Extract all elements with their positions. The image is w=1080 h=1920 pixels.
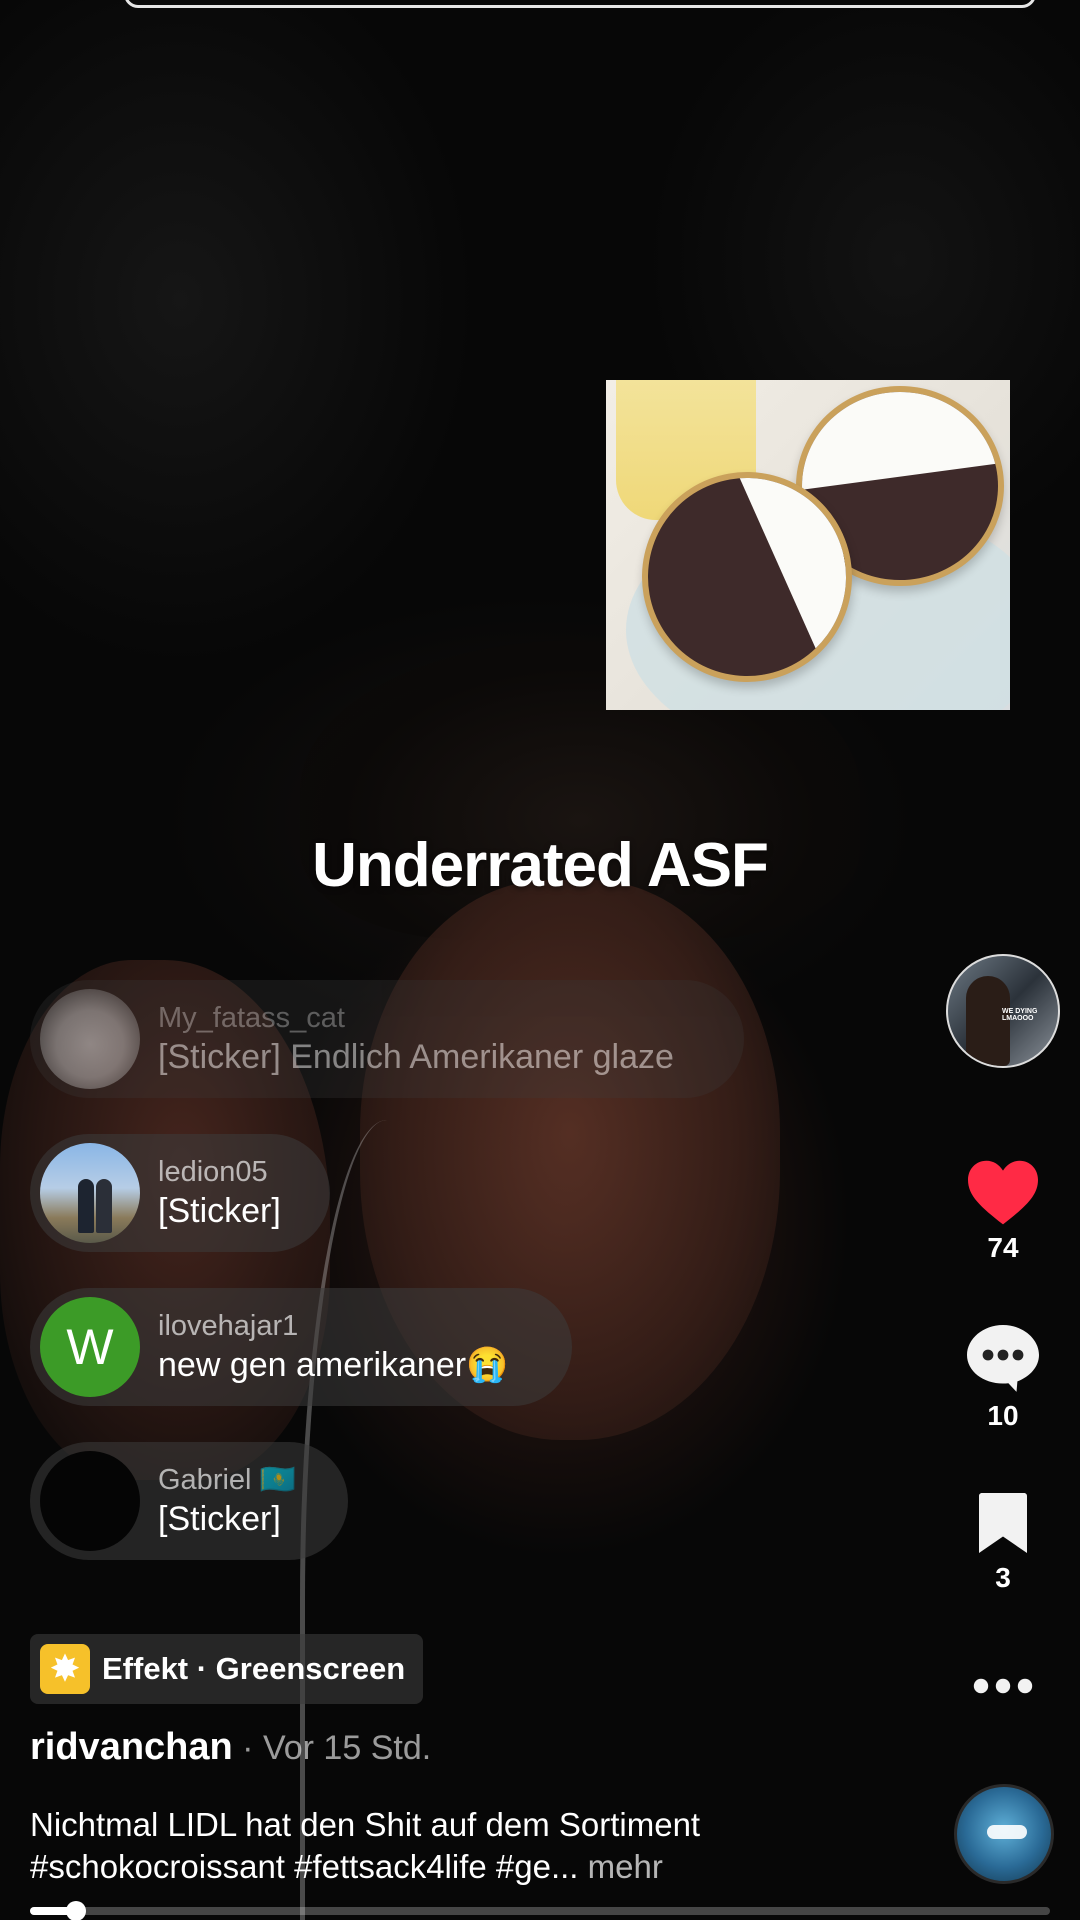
sound-disc[interactable] <box>954 1784 1054 1884</box>
comment-username: My_fatass_cat <box>158 1002 345 1034</box>
cat-avatar[interactable] <box>40 989 140 1089</box>
comment-bubble-icon <box>967 1325 1039 1392</box>
video-progress-bar[interactable] <box>30 1901 1050 1920</box>
comment-item[interactable]: Gabriel 🇰🇿 [Sticker] <box>30 1442 348 1560</box>
creator-avatar[interactable]: WE DYING LMAOOO <box>946 954 1060 1068</box>
video-progress-thumb[interactable] <box>65 1901 86 1920</box>
video-caption-overlay: Underrated ASF <box>312 831 769 900</box>
comment-button[interactable]: 10 <box>940 1322 1066 1432</box>
black-avatar[interactable] <box>40 1451 140 1551</box>
author-name[interactable]: ridvanchan <box>30 1726 233 1768</box>
comment-username: Gabriel 🇰🇿 <box>158 1464 296 1496</box>
comment-message: [Sticker] <box>158 1192 281 1230</box>
letter-avatar[interactable]: W <box>40 1297 140 1397</box>
comment-item[interactable]: W ilovehajar1 new gen amerikaner😭 <box>30 1288 572 1406</box>
more-dots-icon <box>973 1678 1033 1694</box>
bookmark-button[interactable]: 3 <box>940 1490 1066 1594</box>
effect-label: Effekt · Greenscreen <box>102 1651 406 1686</box>
comment-item[interactable]: My_fatass_cat [Sticker] Endlich Amerikan… <box>30 980 744 1098</box>
greenscreen-cookie-image <box>606 380 1010 710</box>
author-line: ridvanchan · Vor 15 Std. <box>30 1726 431 1769</box>
top-search-bar[interactable] <box>124 0 1036 8</box>
like-button[interactable]: 74 <box>940 1156 1066 1264</box>
like-count: 74 <box>987 1232 1019 1263</box>
comment-username: ledion05 <box>158 1156 268 1188</box>
bookmark-icon <box>979 1493 1027 1553</box>
hashtags[interactable]: #schokocroissant #fettsack4life #ge... <box>30 1848 578 1885</box>
creator-avatar-text: WE DYING LMAOOO <box>1002 1008 1038 1022</box>
couple-photo-avatar[interactable] <box>40 1143 140 1243</box>
comment-username: ilovehajar1 <box>158 1310 299 1342</box>
more-link[interactable]: mehr <box>578 1848 663 1885</box>
comment-message: [Sticker] <box>158 1500 281 1538</box>
comment-message: new gen amerikaner😭 <box>158 1346 509 1384</box>
comment-message: [Sticker] Endlich Amerikaner glaze <box>158 1038 674 1076</box>
comment-count: 10 <box>987 1400 1019 1431</box>
sparkle-icon: ✸ <box>40 1644 90 1694</box>
post-description[interactable]: Nichtmal LIDL hat den Shit auf dem Sorti… <box>30 1804 930 1888</box>
effect-chip[interactable]: ✸ Effekt · Greenscreen <box>30 1634 424 1704</box>
more-options-button[interactable] <box>940 1676 1066 1696</box>
bookmark-count: 3 <box>995 1562 1011 1593</box>
description-line: Nichtmal LIDL hat den Shit auf dem Sorti… <box>30 1806 701 1843</box>
video-screen[interactable]: Underrated ASF My_fatass_cat [Sticker] E… <box>0 0 1080 1920</box>
comment-item[interactable]: ledion05 [Sticker] <box>30 1134 330 1252</box>
heart-icon <box>968 1160 1038 1225</box>
post-time: · Vor 15 Std. <box>232 1729 432 1767</box>
